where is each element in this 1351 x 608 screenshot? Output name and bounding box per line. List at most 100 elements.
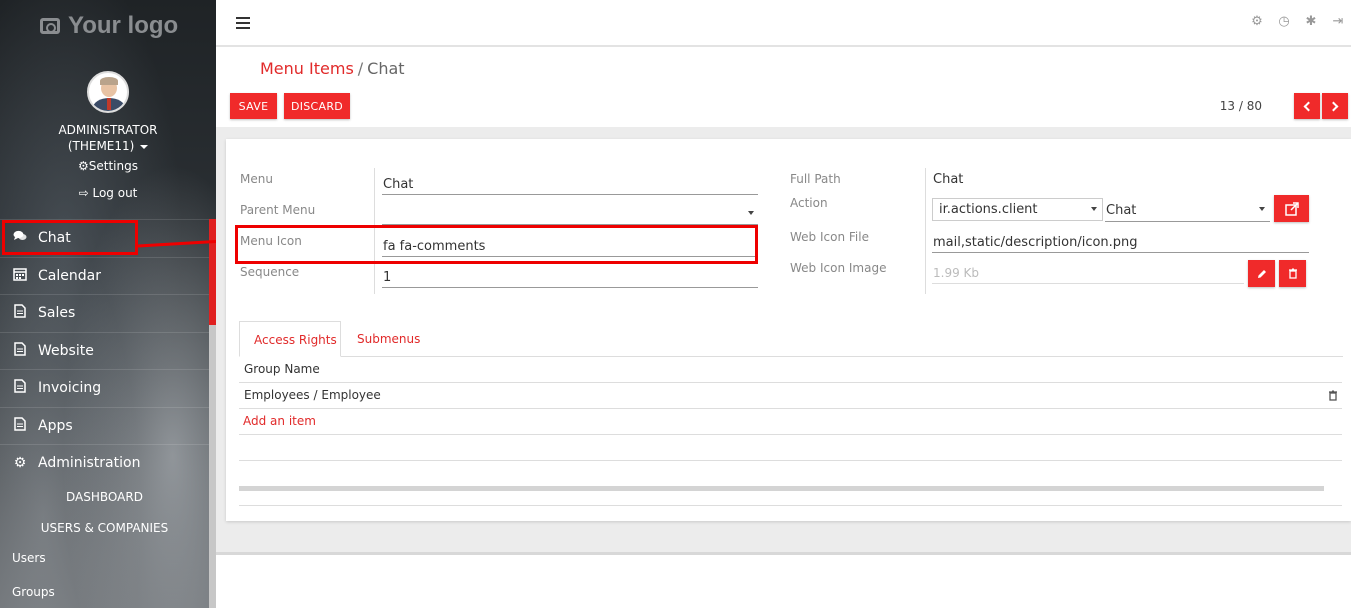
menu-item-label: Apps [38,417,73,434]
action-record-underline [1105,221,1270,222]
user-name-line2: (THEME11) [67,139,135,153]
web-icon-file-input[interactable]: mail,static/description/icon.png [933,235,1138,250]
menu-item-apps[interactable]: Apps [0,406,209,445]
file-icon [12,342,28,360]
menu-icon-underline [382,256,758,257]
control-panel: Menu Items / Chat SAVE DISCARD 13 / 80 [216,47,1351,127]
breadcrumb-menu-items[interactable]: Menu Items [260,59,354,78]
tab-access-rights-label: Access Rights [254,333,337,347]
file-icon [12,379,28,397]
web-icon-image-size: 1.99 Kb [933,266,980,280]
caret-down-icon[interactable] [1259,207,1265,211]
tab-bar-line [341,356,1343,357]
menu-input-underline [382,194,758,195]
menu-item-administration[interactable]: ⚙ Administration [0,444,209,482]
table-horizontal-scrollbar[interactable] [239,486,1324,491]
menu-item-label: Website [38,342,94,359]
trash-icon[interactable] [1328,390,1338,405]
menu-icon-input[interactable]: fa fa-comments [383,239,485,254]
bug-icon[interactable]: ✱ [1304,15,1318,29]
add-item-link[interactable]: Add an item [243,414,316,428]
table-row-divider [239,434,1342,435]
menu-label: Menu [240,172,273,186]
pager-value: 13 / 80 [1219,99,1262,113]
pager-next-button[interactable] [1322,93,1348,119]
gear-icon: ⚙ [13,455,27,472]
breadcrumb-current: Chat [367,59,405,78]
sequence-label: Sequence [240,265,300,279]
menu-item-website[interactable]: Website [0,331,209,370]
full-path-label: Full Path [790,172,841,186]
parent-menu-underline [382,224,758,225]
tab-access-rights[interactable]: Access Rights [239,321,341,357]
gear-icon: ⚙ [78,159,89,173]
gear-icon[interactable]: ⚙ [1250,15,1264,29]
sign-out-icon[interactable]: ⇥ [1331,15,1345,29]
label-separator [374,168,375,294]
table-row-divider [239,408,1342,409]
menu-item-invoicing[interactable]: Invoicing [0,369,209,407]
sequence-input[interactable]: 1 [383,270,391,285]
caret-down-icon [140,144,149,149]
web-icon-image-underline [932,283,1244,284]
calendar-icon [12,267,28,285]
form-sheet [226,139,1351,521]
file-icon [12,417,28,435]
menu-item-label: Chat [38,230,71,247]
action-model-select[interactable]: ir.actions.client [932,198,1103,221]
menu-input[interactable]: Chat [383,177,413,192]
file-icon [12,304,28,322]
table-header-group-name[interactable]: Group Name [244,362,320,376]
sidebar: Your logo ADMINISTRATOR (THEME11) ⚙Setti… [0,0,216,608]
pencil-icon [1257,269,1266,278]
app-menu: Chat Calendar Sales Website Invoicing Ap… [0,219,209,482]
settings-link[interactable]: ⚙Settings [0,159,216,173]
trash-icon [1288,268,1297,279]
submenu-users-companies[interactable]: USERS & COMPANIES [0,521,209,535]
logout-link[interactable]: ⇨ Log out [0,186,216,200]
clock-icon[interactable]: ◷ [1277,15,1291,29]
hamburger-menu-icon[interactable] [236,17,250,29]
avatar-hair [100,77,118,85]
camera-icon [40,18,60,34]
web-icon-image-label: Web Icon Image [790,261,887,275]
menu-item-label: Administration [38,455,141,472]
user-menu[interactable]: ADMINISTRATOR (THEME11) [0,122,216,154]
external-link-button[interactable] [1274,195,1309,222]
table-row-divider [239,460,1342,461]
menu-item-label: Invoicing [38,380,102,397]
action-record-input[interactable]: Chat [1106,203,1136,218]
menu-item-sales[interactable]: Sales [0,294,209,332]
logout-label: Log out [92,186,138,200]
tab-submenus[interactable]: Submenus [357,332,420,346]
pager-previous-button[interactable] [1294,93,1320,119]
sequence-underline [382,287,758,288]
web-icon-file-label: Web Icon File [790,230,869,244]
menu-icon-label: Menu Icon [240,234,302,248]
parent-menu-label: Parent Menu [240,203,316,217]
sidebar-scrollbar-track[interactable] [209,325,216,608]
table-row[interactable]: Employees / Employee [244,388,381,402]
comments-icon [12,230,28,246]
avatar-tie [107,98,111,110]
chevron-right-icon [1328,101,1339,111]
discard-button[interactable]: DISCARD [284,93,350,119]
avatar[interactable] [87,71,129,113]
delete-image-button[interactable] [1279,260,1306,287]
submenu-dashboard[interactable]: DASHBOARD [0,490,209,504]
submenu-groups[interactable]: Groups [12,585,216,599]
web-icon-file-underline [932,252,1309,253]
menu-item-calendar[interactable]: Calendar [0,256,209,295]
caret-down-icon[interactable] [748,211,754,215]
settings-label: Settings [88,159,138,173]
save-button[interactable]: SAVE [230,93,277,119]
caret-down-icon [1091,207,1097,211]
chevron-left-icon [1303,101,1314,111]
full-path-value: Chat [933,172,964,187]
edit-image-button[interactable] [1248,260,1275,287]
table-header-divider [239,382,1342,383]
logo-text: Your logo [68,12,179,39]
breadcrumb-separator: / [357,59,364,78]
submenu-users[interactable]: Users [12,551,216,565]
top-bar-icons: ⚙ ◷ ✱ ⇥ [1250,15,1345,29]
